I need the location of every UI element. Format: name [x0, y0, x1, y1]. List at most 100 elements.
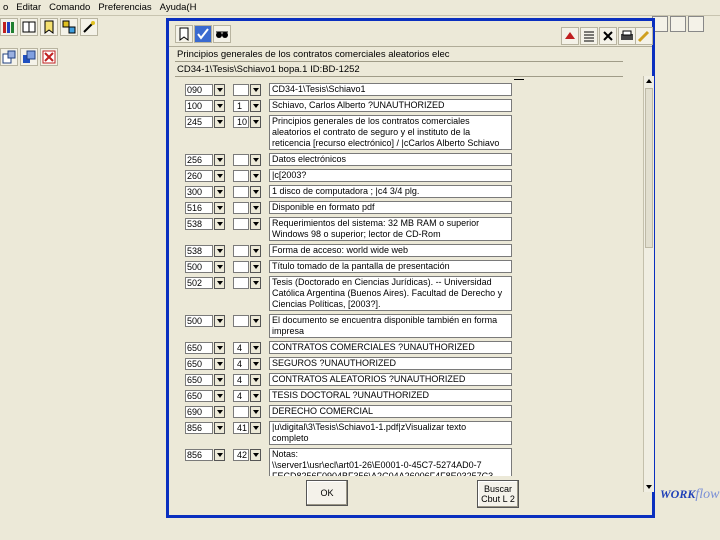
tag-dropdown-icon[interactable]: [214, 154, 225, 166]
field-value-input[interactable]: Disponible en formato pdf: [269, 201, 512, 214]
indicator-dropdown-icon[interactable]: [250, 315, 261, 327]
indicator-input[interactable]: [233, 261, 249, 273]
field-tag-input[interactable]: 090: [185, 84, 213, 96]
close-window-icon[interactable]: [40, 48, 58, 66]
menu-preferencias[interactable]: Preferencias: [95, 2, 156, 13]
tag-dropdown-icon[interactable]: [214, 390, 225, 402]
printer-icon[interactable]: [618, 27, 636, 45]
restore-icon[interactable]: [670, 16, 686, 32]
tag-dropdown-icon[interactable]: [214, 277, 225, 289]
tag-dropdown-icon[interactable]: [214, 186, 225, 198]
glasses-icon[interactable]: [213, 25, 231, 43]
cascade-icon[interactable]: [20, 48, 38, 66]
bookmark-icon[interactable]: [40, 18, 58, 36]
tag-dropdown-icon[interactable]: [214, 202, 225, 214]
field-value-input[interactable]: CD34-1\Tesis\Schiavo1: [269, 83, 512, 96]
wand-icon[interactable]: [80, 18, 98, 36]
bookmark-icon[interactable]: [175, 25, 193, 43]
field-tag-input[interactable]: 538: [185, 218, 213, 230]
indicator-dropdown-icon[interactable]: [250, 358, 261, 370]
field-tag-input[interactable]: 516: [185, 202, 213, 214]
indicator-input[interactable]: 4: [233, 390, 249, 402]
indicator-dropdown-icon[interactable]: [250, 154, 261, 166]
field-value-input[interactable]: Notas: \\server1\usr\ecl\art01-26\E0001-…: [269, 448, 512, 476]
indicator-dropdown-icon[interactable]: [250, 277, 261, 289]
scroll-down-icon[interactable]: [645, 483, 653, 491]
indicator-input[interactable]: 41: [233, 422, 249, 434]
indicator-dropdown-icon[interactable]: [250, 390, 261, 402]
field-value-input[interactable]: El documento se encuentra disponible tam…: [269, 314, 512, 338]
field-value-input[interactable]: |c[2003?: [269, 169, 512, 182]
field-value-input[interactable]: Requerimientos del sistema: 32 MB RAM o …: [269, 217, 512, 241]
indicator-dropdown-icon[interactable]: [250, 218, 261, 230]
tag-dropdown-icon[interactable]: [214, 116, 225, 128]
field-value-input[interactable]: Datos electrónicos: [269, 153, 512, 166]
field-tag-input[interactable]: 260: [185, 170, 213, 182]
field-tag-input[interactable]: 538: [185, 245, 213, 257]
field-tag-input[interactable]: 245: [185, 116, 213, 128]
indicator-dropdown-icon[interactable]: [250, 84, 261, 96]
check-icon[interactable]: [194, 25, 212, 43]
grid-icon[interactable]: [60, 18, 78, 36]
indicator-input[interactable]: 4: [233, 358, 249, 370]
indicator-dropdown-icon[interactable]: [250, 422, 261, 434]
close-icon[interactable]: [688, 16, 704, 32]
new-window-icon[interactable]: [0, 48, 18, 66]
field-value-input[interactable]: DERECHO COMERCIAL: [269, 405, 512, 418]
indicator-dropdown-icon[interactable]: [250, 406, 261, 418]
tag-dropdown-icon[interactable]: [214, 374, 225, 386]
field-tag-input[interactable]: 856: [185, 422, 213, 434]
menu-editar[interactable]: Editar: [13, 2, 46, 13]
indicator-input[interactable]: [233, 154, 249, 166]
field-tag-input[interactable]: 650: [185, 390, 213, 402]
tag-dropdown-icon[interactable]: [214, 406, 225, 418]
book-icon[interactable]: [20, 18, 38, 36]
field-tag-input[interactable]: 256: [185, 154, 213, 166]
field-value-input[interactable]: TESIS DOCTORAL ?UNAUTHORIZED: [269, 389, 512, 402]
indicator-input[interactable]: 4: [233, 342, 249, 354]
indicator-input[interactable]: [233, 315, 249, 327]
tag-dropdown-icon[interactable]: [214, 100, 225, 112]
tag-dropdown-icon[interactable]: [214, 84, 225, 96]
field-value-input[interactable]: Principios generales de los contratos co…: [269, 115, 512, 150]
list-icon[interactable]: [580, 27, 598, 45]
field-value-input[interactable]: CONTRATOS ALEATORIOS ?UNAUTHORIZED: [269, 373, 512, 386]
indicator-input[interactable]: 1: [233, 100, 249, 112]
field-value-input[interactable]: Tesis (Doctorado en Ciencias Jurídicas).…: [269, 276, 512, 311]
field-tag-input[interactable]: 650: [185, 374, 213, 386]
field-tag-input[interactable]: 690: [185, 406, 213, 418]
field-tag-input[interactable]: 650: [185, 358, 213, 370]
vertical-scrollbar[interactable]: [643, 76, 654, 492]
tag-dropdown-icon[interactable]: [214, 245, 225, 257]
field-tag-input[interactable]: 500: [185, 261, 213, 273]
indicator-dropdown-icon[interactable]: [250, 245, 261, 257]
field-value-input[interactable]: |u\digital\3\Tesis\Schiavo1-1.pdf|zVisua…: [269, 421, 512, 445]
field-tag-input[interactable]: 300: [185, 186, 213, 198]
indicator-input[interactable]: [233, 406, 249, 418]
indicator-dropdown-icon[interactable]: [250, 116, 261, 128]
indicator-dropdown-icon[interactable]: [250, 170, 261, 182]
tag-dropdown-icon[interactable]: [214, 342, 225, 354]
field-tag-input[interactable]: 856: [185, 449, 213, 461]
indicator-input[interactable]: 42: [233, 449, 249, 461]
books-icon[interactable]: [0, 18, 18, 36]
indicator-input[interactable]: 4: [233, 374, 249, 386]
indicator-dropdown-icon[interactable]: [250, 342, 261, 354]
field-value-input[interactable]: Forma de acceso: world wide web: [269, 244, 512, 257]
tag-dropdown-icon[interactable]: [214, 449, 225, 461]
indicator-input[interactable]: [233, 218, 249, 230]
delete-icon[interactable]: [599, 27, 617, 45]
indicator-input[interactable]: [233, 84, 249, 96]
tag-dropdown-icon[interactable]: [214, 218, 225, 230]
tag-dropdown-icon[interactable]: [214, 261, 225, 273]
field-value-input[interactable]: 1 disco de computadora ; |c4 3/4 plg.: [269, 185, 512, 198]
indicator-input[interactable]: [233, 170, 249, 182]
indicator-dropdown-icon[interactable]: [250, 261, 261, 273]
indicator-dropdown-icon[interactable]: [250, 202, 261, 214]
pencil-icon[interactable]: [635, 27, 653, 45]
field-tag-input[interactable]: 650: [185, 342, 213, 354]
tag-dropdown-icon[interactable]: [214, 170, 225, 182]
ok-button[interactable]: OK: [306, 480, 348, 506]
indicator-input[interactable]: [233, 202, 249, 214]
field-tag-input[interactable]: 502: [185, 277, 213, 289]
